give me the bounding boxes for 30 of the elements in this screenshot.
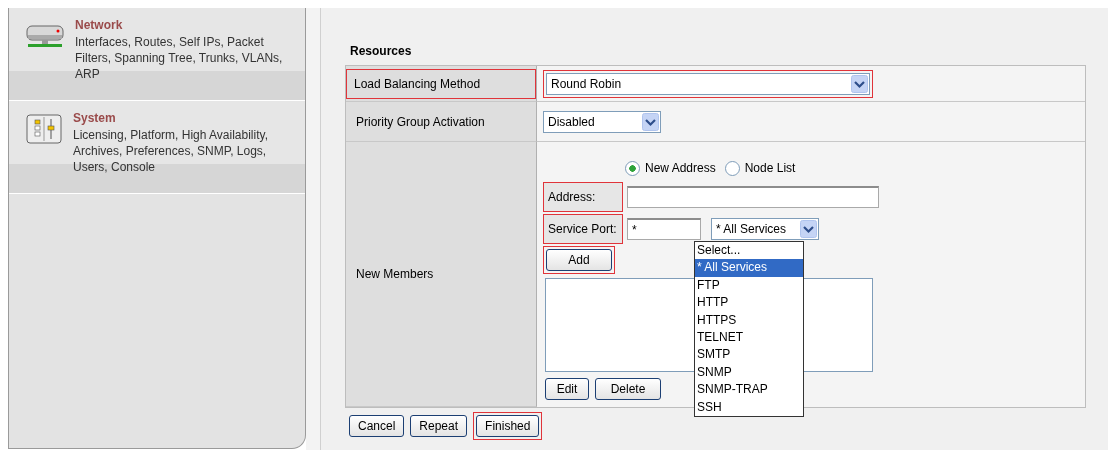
sidebar-item-title: System	[73, 111, 117, 125]
select-field[interactable]: Round Robin	[546, 72, 870, 95]
field-label: Address:	[543, 182, 623, 212]
list-button[interactable]: Delete	[595, 378, 661, 400]
radio-label: Node List	[744, 161, 796, 175]
select-field[interactable]: * All Services	[711, 218, 819, 240]
caret-icon	[851, 74, 868, 93]
field-label: Load Balancing Method	[354, 76, 481, 91]
caret-icon	[800, 220, 817, 238]
form-button[interactable]: Repeat	[410, 415, 468, 437]
sliders-icon	[25, 111, 63, 145]
port-field[interactable]: *	[627, 218, 701, 240]
form-button[interactable]: Finished	[476, 415, 540, 437]
radio-button[interactable]	[625, 160, 640, 176]
sidebar-item-description: Interfaces, Routes, Self IPs, Packet Filters, Spanning Tree, Trunks, VLANs, ARP	[75, 34, 284, 82]
field-label: Service Port:	[543, 214, 623, 244]
sidebar-item-description: Licensing, Platform, High Availability, Archives, Preferences, SNMP, Logs, Users, Console	[73, 127, 269, 175]
form-button[interactable]: Cancel	[349, 415, 405, 437]
sidebar-item-title: Network	[75, 18, 124, 32]
dropdown-option[interactable]: * All Services	[695, 259, 803, 277]
list-button[interactable]: Edit	[545, 378, 589, 400]
field-label: Priority Group Activation	[356, 114, 485, 129]
section-title: Resources	[350, 44, 413, 58]
select-field[interactable]: Disabled	[543, 110, 661, 133]
add-button[interactable]: Add	[546, 249, 612, 271]
radio-label: New Address	[645, 161, 716, 175]
address-field[interactable]	[627, 186, 879, 208]
radio-button[interactable]	[724, 160, 740, 176]
field-label: New Members	[356, 267, 434, 281]
caret-icon	[642, 112, 659, 131]
